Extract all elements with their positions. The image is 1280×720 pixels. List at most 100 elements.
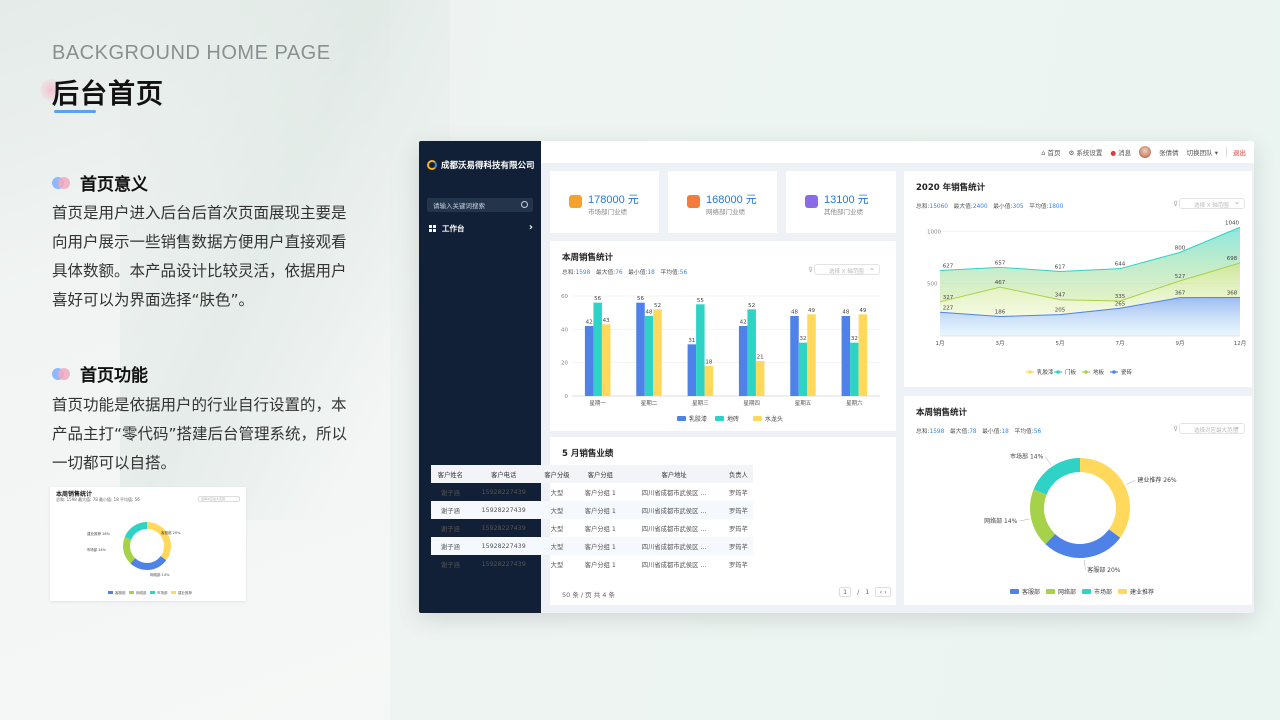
kpi-value: 13100 元 — [824, 194, 869, 206]
legend-dot — [1084, 370, 1088, 374]
data-label: 698 — [1227, 256, 1238, 262]
table-cell: 四川省成都市武侯区 ... — [624, 501, 724, 519]
slice-label: 网络部 14% — [984, 517, 1018, 525]
table-cell: 大型 — [550, 525, 564, 533]
table-header-cell[interactable]: 负责人 — [723, 465, 753, 483]
kpi-card-other: 13100 元 其他部门业绩 — [786, 171, 896, 233]
sidebar-item-label: 工作台 — [442, 224, 465, 233]
table-header-cell[interactable]: 客户电话 — [469, 465, 538, 483]
user-name[interactable]: 张倩倩 — [1159, 147, 1179, 157]
bar-value-label: 52 — [654, 303, 661, 309]
nav-messages[interactable]: ● 消息 — [1110, 147, 1131, 157]
legend-label: 客服部 — [115, 590, 126, 595]
bar-value-label: 49 — [859, 308, 866, 314]
x-tick-label: 星期五 — [795, 400, 812, 407]
x-tick-label: 5月 — [1056, 340, 1065, 347]
bar-value-label: 52 — [748, 303, 755, 309]
data-label: 335 — [1115, 294, 1126, 300]
chevron-right-icon: › — [528, 222, 533, 233]
table-cell: 客户分组 1 — [584, 489, 616, 497]
money-icon — [569, 195, 582, 208]
data-label: 368 — [1227, 291, 1238, 297]
bar — [593, 302, 602, 396]
bar-value-label: 56 — [594, 296, 601, 302]
table-header-cell[interactable]: 客户分级 — [537, 465, 577, 483]
legend-swatch — [1010, 589, 1019, 594]
legend-dot — [1112, 370, 1116, 374]
document-icon — [687, 195, 700, 208]
bar-value-label: 42 — [586, 320, 593, 326]
sales-table: 客户姓名 客户电话 客户分级 客户分组 客户地址 负责人 谢子涵 15928227439 大型… — [431, 465, 753, 573]
search-icon[interactable] — [521, 201, 528, 208]
bar-value-label: 31 — [688, 338, 695, 344]
section-heading-text: 首页意义 — [80, 175, 148, 195]
table-cell: 客户分组 1 — [584, 561, 616, 569]
bullet-dot-icon — [52, 367, 70, 380]
y-tick-label: 0 — [565, 394, 569, 400]
body-line: 向用户展示一些销售数据方便用户直接观看 — [52, 233, 347, 251]
legend-swatch — [1118, 589, 1127, 594]
slice-label: 建业推荐 26% — [87, 531, 111, 536]
table-row[interactable]: 谢子涵 15928227439 大型 客户分组 1 四川省成都市武侯区 ... 罗筠芊 — [431, 555, 753, 573]
table-row[interactable]: 谢子涵 15928227439 大型 客户分组 1 四川省成都市武侯区 ... 罗筠芊 — [431, 537, 753, 555]
body-line: 产品主打“零代码”搭建后台管理系统，所以 — [52, 425, 348, 443]
sidebar-item-workbench[interactable]: 工作台 › — [429, 222, 533, 234]
data-label: 367 — [1175, 291, 1186, 297]
table-cell: 罗筠芊 — [729, 561, 748, 569]
legend-label: 市场部 — [1094, 588, 1112, 596]
prev-next-buttons[interactable]: ‹ › — [875, 587, 891, 597]
table-header-cell[interactable]: 客户地址 — [624, 465, 724, 483]
legend-label: 门板 — [1065, 368, 1077, 376]
table-cell: 罗筠芊 — [729, 489, 748, 497]
legend-label: 市场部 — [157, 590, 168, 595]
logout-button[interactable]: 退出 — [1226, 147, 1246, 157]
section-heading-text: 首页功能 — [80, 366, 148, 386]
table-cell: 四川省成都市武侯区 ... — [641, 489, 707, 497]
logo-icon — [427, 160, 437, 170]
label-leader — [1045, 456, 1052, 466]
bar — [850, 342, 859, 396]
kpi-value: 178000 元 — [588, 194, 639, 206]
table-header-cell[interactable]: 客户姓名 — [431, 465, 470, 483]
slice-label: 客服部 20% — [1087, 566, 1121, 574]
nav-home[interactable]: ⌂ 首页 — [1041, 147, 1060, 157]
donut-slice — [1045, 529, 1121, 558]
table-cell: 客户分组 1 — [576, 501, 625, 519]
bar — [601, 324, 611, 396]
bar — [755, 361, 765, 396]
pagination-info: 50 条 / 页 共 4 条 — [562, 589, 615, 599]
sidebar-search-input[interactable]: 请输入关键词搜索 — [427, 198, 533, 212]
table-cell: 大型 — [537, 537, 577, 555]
home-icon: ⌂ — [1041, 149, 1046, 157]
kpi-card-market: 178000 元 市场部门业绩 — [550, 171, 659, 233]
data-label: 205 — [1055, 308, 1066, 314]
legend-swatch — [715, 416, 724, 421]
data-label: 644 — [1115, 262, 1126, 268]
page-title: 后台首页 — [52, 79, 164, 110]
table-row[interactable]: 谢子涵 15928227439 大型 客户分组 1 四川省成都市武侯区 ... 罗筠芊 — [431, 519, 753, 537]
nav-settings[interactable]: ⚙ 系统设置 — [1069, 147, 1103, 157]
bar — [696, 304, 705, 396]
table-cell: 罗筠芊 — [729, 525, 748, 533]
table-row[interactable]: 谢子涵 15928227439 大型 客户分组 1 四川省成都市武侯区 ... 罗筠芊 — [431, 501, 753, 519]
bar — [790, 316, 799, 396]
weekly-sales-donut-card: 本周销售统计 总和:1598 最大值:78 最小值:18 平均值:56 ⊽ 选择… — [904, 396, 1252, 605]
table-cell: 四川省成都市武侯区 ... — [641, 561, 707, 569]
top-nav: ⌂ 首页 ⚙ 系统设置 ● 消息 张倩倩 切换团队 ▾ 退出 — [1041, 146, 1246, 158]
bar-value-label: 18 — [705, 360, 712, 366]
data-label: 347 — [1055, 293, 1066, 299]
bar-value-label: 21 — [757, 355, 764, 361]
avatar[interactable] — [1139, 146, 1152, 158]
table-row[interactable]: 谢子涵 15928227439 大型 客户分组 1 四川省成都市武侯区 ... 罗筠芊 — [431, 483, 753, 501]
table-cell: 谢子涵 — [440, 489, 460, 497]
bar-value-label: 49 — [808, 308, 815, 314]
page-input[interactable]: 1 — [839, 587, 852, 597]
caret-down-icon: ▾ — [1214, 149, 1218, 157]
x-tick-label: 星期三 — [692, 400, 709, 407]
basket-icon — [805, 195, 818, 208]
table-cell: 大型 — [537, 501, 577, 519]
data-label: 617 — [1055, 264, 1066, 270]
kpi-label: 其他部门业绩 — [824, 208, 863, 216]
switch-team-button[interactable]: 切换团队 ▾ — [1187, 147, 1218, 157]
table-header-cell[interactable]: 客户分组 — [576, 465, 625, 483]
